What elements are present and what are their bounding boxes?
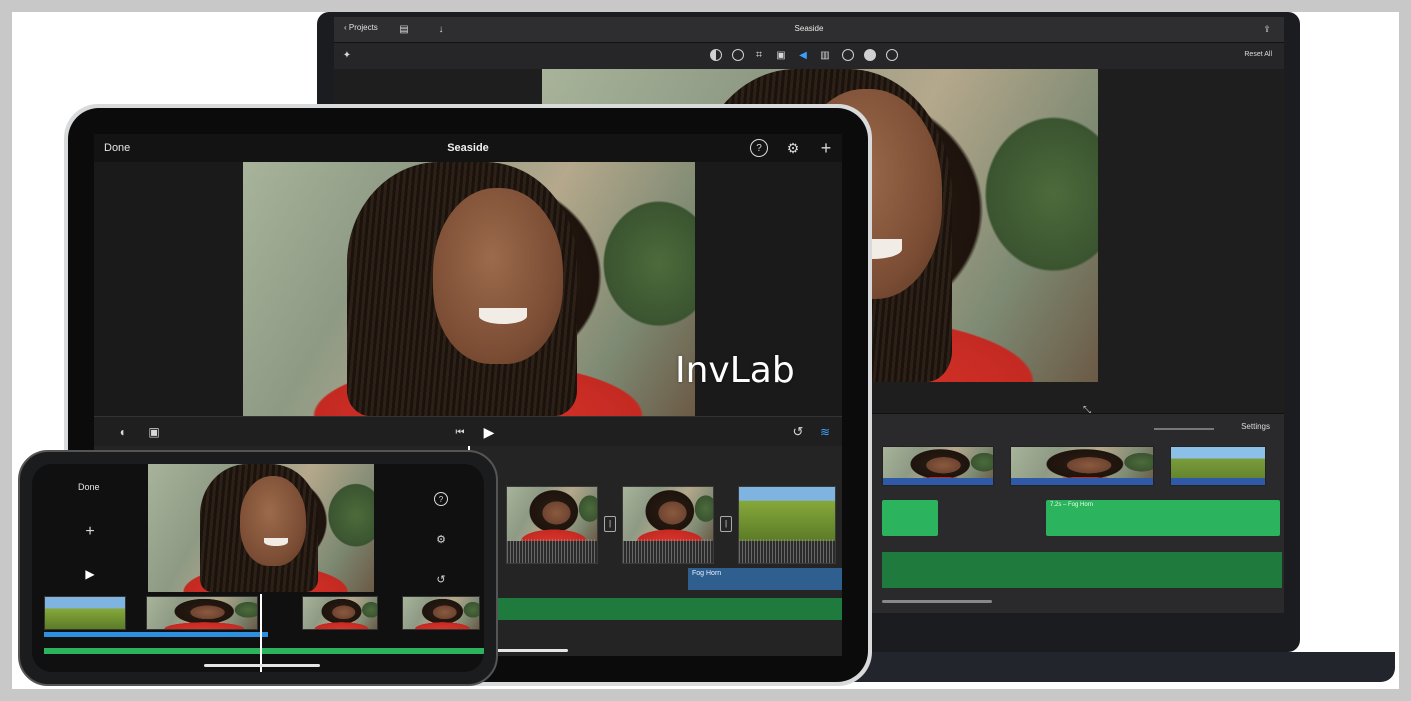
mac-music-track[interactable] bbox=[882, 552, 1282, 588]
undo-icon[interactable]: ↺ bbox=[790, 423, 806, 441]
smile bbox=[479, 308, 527, 324]
volume-icon[interactable]: ◀ bbox=[796, 48, 810, 62]
waveform-icon[interactable]: ≋ bbox=[816, 423, 834, 441]
ipad-video-viewer[interactable] bbox=[243, 162, 695, 416]
crop-icon[interactable]: ⌗ bbox=[752, 48, 766, 62]
mac-titlebar: ‹ Projects ▤ ↓ Seaside ⇪ bbox=[334, 17, 1284, 43]
ipad-clip-landscape[interactable] bbox=[738, 486, 836, 564]
iphone-playhead[interactable] bbox=[260, 594, 262, 672]
speed-icon[interactable] bbox=[842, 49, 854, 61]
ipad-music-track[interactable] bbox=[494, 598, 842, 620]
iphone-clip-sunglasses[interactable] bbox=[302, 596, 378, 630]
ipad-playback-controls: ◖ ▣ ⏮ ▶ ↺ ≋ bbox=[94, 416, 842, 446]
info-icon[interactable] bbox=[886, 49, 898, 61]
iphone-video-viewer[interactable] bbox=[148, 464, 374, 592]
undo-icon[interactable]: ↺ bbox=[434, 572, 448, 586]
ipad-clip-portrait[interactable] bbox=[622, 486, 714, 564]
ipad-clip-sunglasses[interactable] bbox=[506, 486, 598, 564]
ipad-top-bar: Done Seaside ? ⚙ + bbox=[94, 134, 842, 162]
magic-wand-icon[interactable]: ✦ bbox=[340, 48, 354, 62]
iphone-video-track[interactable] bbox=[44, 632, 268, 637]
transition-marker[interactable]: | bbox=[720, 516, 732, 532]
play-icon[interactable]: ▶ bbox=[480, 422, 498, 442]
fog-horn-label: Fog Horn bbox=[692, 570, 722, 577]
watermark-text: InvLab bbox=[675, 350, 795, 391]
stabilize-icon[interactable]: ▣ bbox=[774, 48, 788, 62]
plus-icon[interactable]: + bbox=[80, 522, 100, 542]
iphone-clip-portrait[interactable] bbox=[146, 596, 258, 630]
mac-clip-landscape[interactable] bbox=[1170, 446, 1266, 486]
timeline-settings-button[interactable]: Settings bbox=[1241, 422, 1270, 431]
reset-all-button[interactable]: Reset All bbox=[1244, 51, 1272, 58]
settings-icon[interactable]: ⚙ bbox=[434, 532, 448, 546]
mac-audio-clip[interactable] bbox=[882, 500, 938, 536]
equalizer-icon[interactable]: ▥ bbox=[818, 48, 832, 62]
product-image-frame: ‹ Projects ▤ ↓ Seaside ⇪ ✦ ⌗ ▣ ◀ ▥ Reset… bbox=[12, 12, 1399, 689]
play-icon[interactable]: ▶ bbox=[82, 566, 98, 582]
mac-adjust-toolbar: ✦ ⌗ ▣ ◀ ▥ Reset All bbox=[334, 43, 1284, 69]
face bbox=[240, 476, 306, 566]
settings-icon[interactable]: ⚙ bbox=[784, 139, 802, 157]
skip-back-icon[interactable]: ⏮ bbox=[452, 423, 468, 441]
help-icon[interactable]: ? bbox=[434, 492, 448, 506]
ipad-fog-horn-clip[interactable]: Fog Horn bbox=[688, 568, 842, 590]
plus-icon[interactable]: + bbox=[816, 138, 836, 158]
ipad-project-title: Seaside bbox=[447, 142, 489, 154]
mac-project-title: Seaside bbox=[794, 24, 824, 33]
iphone-done-button[interactable]: Done bbox=[78, 482, 100, 492]
iphone-screen: Done + ▶ ? ⚙ ↺ bbox=[32, 464, 484, 672]
zoom-slider[interactable] bbox=[1154, 428, 1214, 430]
fog-horn-label: 7.2s – Fog Horn bbox=[1050, 502, 1094, 508]
mac-clip-sunglasses[interactable] bbox=[882, 446, 994, 486]
iphone-home-indicator bbox=[204, 664, 320, 667]
color-balance-icon[interactable] bbox=[710, 49, 722, 61]
mac-fog-horn-clip[interactable]: 7.2s – Fog Horn bbox=[1046, 500, 1280, 536]
palette-icon[interactable] bbox=[732, 49, 744, 61]
ipad-home-indicator bbox=[494, 649, 568, 652]
face bbox=[433, 188, 563, 364]
iphone-clip-landscape[interactable] bbox=[44, 596, 126, 630]
mac-scrollbar[interactable] bbox=[882, 600, 992, 603]
camera-icon[interactable]: ▣ bbox=[144, 423, 164, 441]
transition-marker[interactable]: | bbox=[604, 516, 616, 532]
iphone-music-track[interactable] bbox=[44, 648, 484, 654]
help-icon[interactable]: ? bbox=[750, 139, 768, 157]
share-icon[interactable]: ⇪ bbox=[1260, 22, 1274, 36]
smile bbox=[264, 538, 288, 546]
mic-icon[interactable]: ◖ bbox=[114, 423, 130, 441]
noise-icon[interactable] bbox=[864, 49, 876, 61]
iphone-clip-red-shirt[interactable] bbox=[402, 596, 480, 630]
mac-clip-portrait[interactable] bbox=[1010, 446, 1154, 486]
